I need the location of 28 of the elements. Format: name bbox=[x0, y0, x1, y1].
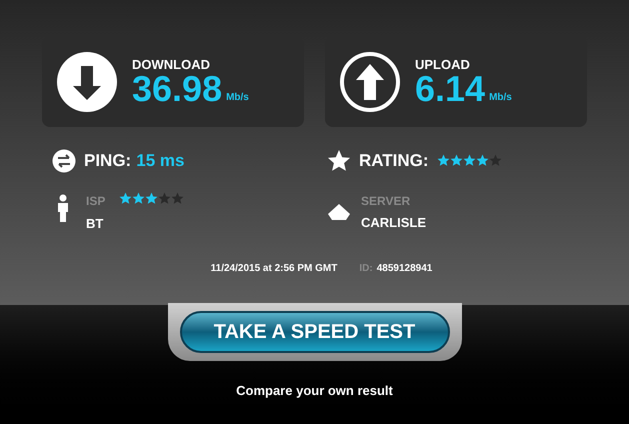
server-label: SERVER bbox=[361, 193, 412, 210]
isp-value: BT bbox=[86, 214, 104, 232]
filled-star-icon bbox=[119, 192, 132, 204]
ping-label: PING: bbox=[84, 150, 132, 172]
metric-unit: Mb/s bbox=[226, 90, 249, 104]
filled-star-icon bbox=[132, 192, 146, 204]
person-icon bbox=[56, 194, 70, 222]
rating-label: RATING: bbox=[359, 150, 429, 172]
metric-unit: Mb/s bbox=[489, 90, 512, 104]
metric-label: UPLOAD bbox=[415, 58, 471, 70]
server-value: CARLISLE bbox=[361, 214, 426, 232]
filled-star-icon bbox=[145, 192, 158, 204]
metric-value: 6.14 bbox=[415, 70, 486, 106]
ping-icon bbox=[52, 148, 76, 173]
filled-star-icon bbox=[450, 154, 463, 168]
ping-value: 15 ms bbox=[136, 150, 184, 172]
metric-value: 36.98 bbox=[132, 70, 222, 106]
isp-label: ISP bbox=[86, 192, 106, 210]
compare-link[interactable]: Compare your own result bbox=[236, 381, 393, 400]
timestamp: 11/24/2015 at 2:56 PM GMT bbox=[210, 262, 338, 276]
id-value: 4859128941 bbox=[376, 262, 432, 276]
metric-label: DOWNLOAD bbox=[132, 58, 211, 70]
filled-star-icon bbox=[462, 154, 476, 168]
filled-star-icon bbox=[436, 154, 450, 168]
pentagon-icon bbox=[327, 203, 351, 222]
star-icon bbox=[327, 148, 351, 173]
filled-star-icon bbox=[476, 154, 489, 168]
speed-test-button[interactable]: TAKE A SPEED TEST bbox=[180, 311, 450, 353]
